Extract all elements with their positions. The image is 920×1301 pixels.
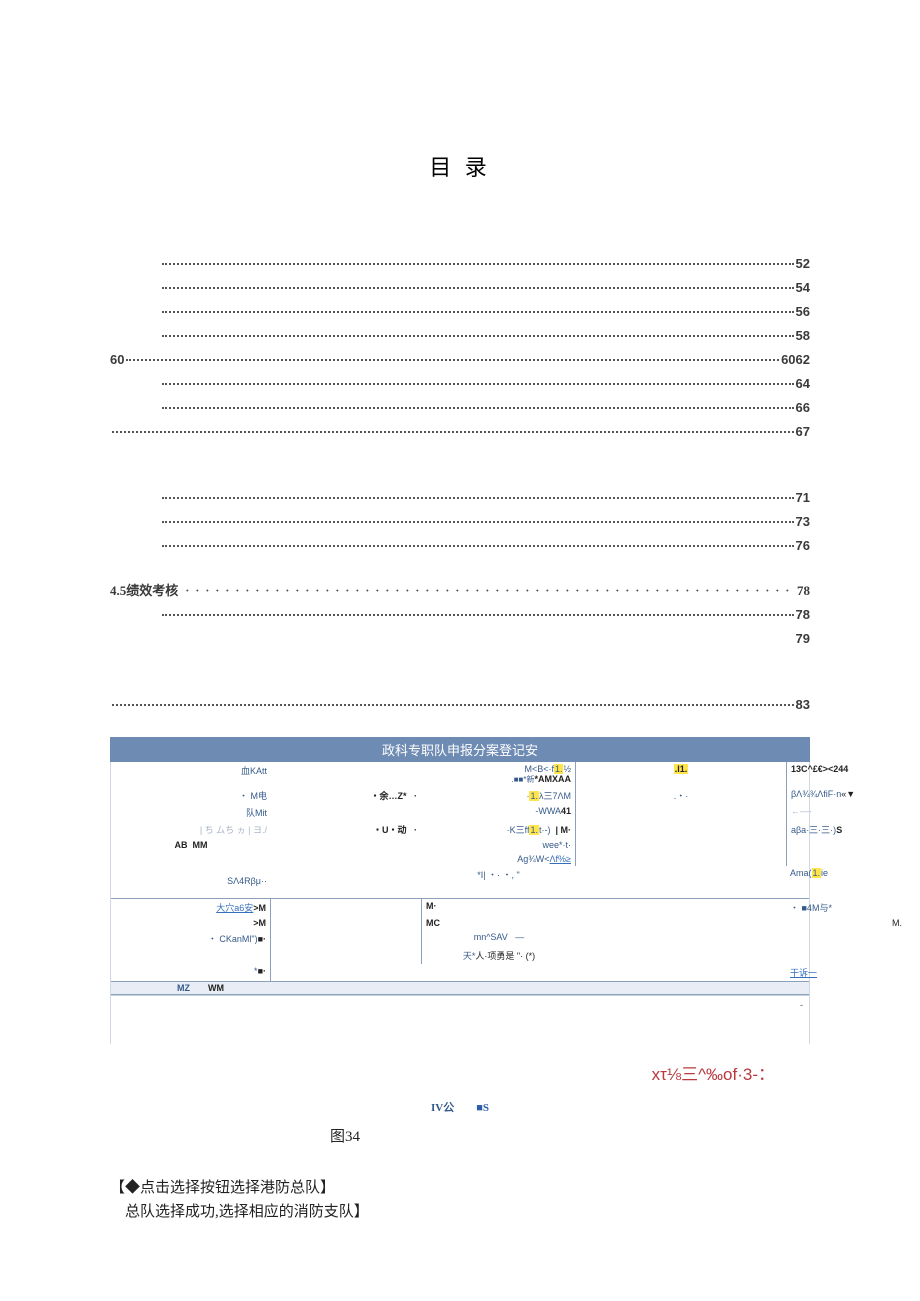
form-value: ・ ■4M与*: [786, 899, 906, 916]
form-value: Ama(1.ie: [786, 866, 906, 888]
form-value: 天*人·项勇是 "· (*): [421, 947, 576, 964]
form-label: AB MM: [111, 838, 271, 852]
form-value: aβa·三·三·)S: [786, 821, 906, 838]
toc-heading: 4.5绩效考核78: [110, 579, 810, 603]
form-value: Ag¾W<Λf%≥: [421, 852, 576, 866]
page-title: 目 录: [110, 150, 810, 182]
toc-line: 606062: [110, 348, 810, 372]
footer-row: IV公 ■S: [110, 1099, 810, 1115]
form-value: MC: [421, 916, 576, 930]
toc-line: 73: [110, 510, 810, 534]
form-label: ・ M电: [111, 787, 271, 804]
form-value: mn^SAV —: [421, 930, 576, 947]
app-titlebar: 政科专职队申报分案登记安: [110, 737, 810, 762]
toc-line: 76: [110, 534, 810, 558]
footer-note: xτ⅛三^‰of·3-：: [110, 1060, 810, 1085]
toc-line: 67: [110, 420, 810, 444]
form-value: -WWA41: [421, 804, 576, 821]
form-value: 13C^£€><244: [786, 762, 906, 787]
form-value: M.: [786, 916, 906, 930]
form-label: ・余…Z* ·: [271, 787, 421, 804]
form-value: ·1.λ三7ΛM: [421, 787, 576, 804]
form-label: 大穴a6安>M: [111, 899, 271, 916]
figure-caption: 图34: [330, 1125, 810, 1146]
form-value: M<B<·f1.½ .■■*新*AMXAA: [421, 762, 576, 787]
toc-line: 78: [110, 603, 810, 627]
form-value: βΛ¾¾ΛfiF·n«▼: [786, 787, 906, 804]
toc-line: 83: [110, 693, 810, 717]
form-label: | ち ムち ヵ | ヨ./: [111, 821, 271, 838]
toc-line: 56: [110, 300, 810, 324]
form-section-2: 大穴a6安>M M· ・ ■4M与* >M MC M. ・ CKanMl")■·…: [111, 898, 809, 981]
toc-line: 54: [110, 276, 810, 300]
form-label: 队Mit: [111, 804, 271, 821]
form-label: SΛ4Rβμ··: [111, 866, 271, 888]
instructions: 【◆点击选择按钮选择港防总队】 总队选择成功,选择相应的消防支队】: [110, 1176, 810, 1224]
instruction-line: 总队选择成功,选择相应的消防支队】: [110, 1200, 810, 1224]
form-label: *■·: [111, 964, 271, 981]
form-value: 干诉一: [786, 964, 906, 981]
status-bar: MZ WM: [111, 981, 809, 995]
form-label: ・ CKanMl")■·: [111, 930, 271, 947]
toc-line: 66: [110, 396, 810, 420]
form-label: >M: [111, 916, 271, 930]
toc-group-4: 83: [110, 693, 810, 717]
form-value: ←—·: [786, 804, 906, 821]
form-value: *I| ・· ・, ": [421, 866, 576, 888]
toc-group-2: 71 73 76: [110, 486, 810, 558]
toc-group-1: 52 54 56 58 606062 64 66 67: [110, 252, 810, 444]
figure-34: 政科专职队申报分案登记安 血KAtt M<B<·f1.½ .■■*新*AMXAA…: [110, 737, 810, 1146]
form-value: .I1.: [576, 762, 786, 787]
form-label: 血KAtt: [111, 762, 271, 787]
content-area: -: [111, 995, 809, 1044]
form-value: wee*·t·: [421, 838, 576, 852]
toc-line: 58: [110, 324, 810, 348]
instruction-line: 【◆点击选择按钮选择港防总队】: [110, 1176, 810, 1200]
toc-line: 52: [110, 252, 810, 276]
toc-line: 71: [110, 486, 810, 510]
toc-line: 64: [110, 372, 810, 396]
form-value: ·K三ff1.t·-) | M·: [421, 821, 576, 838]
form-label: ・U・动 ·: [271, 821, 421, 838]
form-value: M·: [421, 899, 576, 916]
toc-group-3: 78 79: [110, 603, 810, 651]
form-section-1: 血KAtt M<B<·f1.½ .■■*新*AMXAA .I1. 13C^£€>…: [111, 762, 809, 888]
form-value: .・·: [576, 787, 786, 804]
toc-line: 79: [110, 627, 810, 651]
